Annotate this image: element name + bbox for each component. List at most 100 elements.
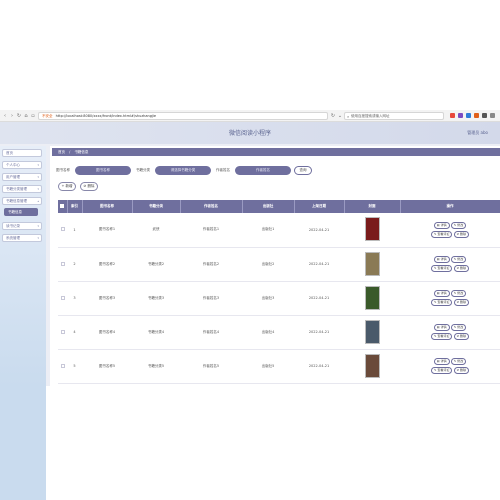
back-icon[interactable]: ‹: [2, 113, 8, 119]
view-comments-button[interactable]: ✎ 查看评论: [430, 265, 453, 272]
table-row[interactable]: 3 图书名称3 书籍分类3 作者姓名3 出版社3 2022-04-21 ▤ 详情 ✎ 修改 ✎…: [58, 281, 500, 316]
detail-button[interactable]: ▤ 详情: [433, 221, 450, 229]
table-row[interactable]: 1 图书名称1 武侠 作者姓名1 出版社1 2022-04-21 ▤ 详情 ✎ 修改 ✎ 查看…: [58, 213, 500, 248]
row-select-cell: [58, 349, 67, 384]
extension-icon[interactable]: [466, 113, 471, 118]
author-filter-input[interactable]: 作者姓名: [235, 166, 291, 175]
user-name[interactable]: 管理员 abo: [467, 130, 488, 136]
sidebar-item-label: 用户管理: [6, 175, 20, 179]
breadcrumb-current: 书籍信息: [74, 150, 89, 154]
row-checkbox[interactable]: [60, 227, 65, 232]
view-comments-button[interactable]: ✎ 查看评论: [430, 367, 453, 374]
edit-button[interactable]: ✎ 修改: [450, 290, 467, 297]
forward-icon[interactable]: ›: [9, 113, 15, 119]
cell-ops: ▤ 详情 ✎ 修改 ✎ 查看评论 ⊘ 删除: [400, 281, 500, 316]
view-comments-button[interactable]: ✎ 查看评论: [430, 333, 453, 340]
url-bar[interactable]: 不安全 http://localhost:8080/xxxx/front/ind…: [38, 112, 328, 120]
delete-label: 删除: [460, 368, 467, 372]
column-header: 索引: [67, 200, 83, 213]
delete-button[interactable]: ⊘ 删除: [453, 367, 470, 374]
sidebar-item-home[interactable]: 首页: [2, 149, 42, 157]
dropdown-icon[interactable]: ⌄: [337, 113, 343, 119]
query-button[interactable]: 查询: [294, 166, 312, 175]
chevron-up-icon: ▴: [37, 199, 39, 203]
batch-delete-button[interactable]: ⊘ 删除: [80, 182, 98, 191]
view-comments-button[interactable]: ✎ 查看评论: [430, 230, 453, 238]
column-header[interactable]: 出版社: [242, 200, 295, 213]
detail-label: 详情: [440, 325, 447, 329]
edit-label: 修改: [457, 291, 464, 295]
cell-ops: ▤ 详情 ✎ 修改 ✎ 查看评论 ⊘ 删除: [400, 349, 500, 384]
search-icon: ⌕: [347, 114, 350, 119]
select-all-header: [58, 200, 68, 213]
sidebar-item-users[interactable]: 用户管理 ▾: [2, 173, 42, 181]
breadcrumb-separator: /: [69, 150, 71, 154]
extension-icon[interactable]: [450, 113, 455, 118]
sidebar-item-system[interactable]: 系统管理 ▾: [2, 234, 42, 242]
edit-label: 修改: [457, 359, 464, 363]
sidebar-item-profile[interactable]: 个人中心 ▾: [2, 161, 42, 169]
browser-search-bar[interactable]: ⌕ 使用百度搜索或输入网址: [344, 112, 444, 120]
home-icon[interactable]: ⌂: [23, 113, 29, 119]
more-icon[interactable]: [490, 113, 495, 118]
extension-icon[interactable]: [458, 113, 463, 118]
sidebar-item-label: 首页: [6, 151, 13, 155]
breadcrumb-home[interactable]: 首页: [58, 150, 65, 154]
edit-button[interactable]: ✎ 修改: [450, 358, 467, 365]
table-row[interactable]: 4 图书名称4 书籍分类4 作者姓名4 出版社4 2022-04-21 ▤ 详情 ✎ 修改 ✎…: [58, 315, 500, 350]
sidebar-item-book-info-management[interactable]: 书籍信息管理 ▴: [2, 197, 42, 205]
cell-index: 4: [67, 315, 82, 350]
top-blank-area: [0, 0, 500, 110]
delete-button[interactable]: ⊘ 删除: [453, 299, 470, 306]
row-checkbox[interactable]: [60, 329, 65, 334]
sidebar-item-label: 系统管理: [6, 236, 20, 240]
cell-category: 武侠: [132, 213, 180, 248]
cell-cover: [344, 315, 400, 350]
column-header[interactable]: 书籍分类: [132, 200, 181, 213]
table-row[interactable]: 2 图书名称2 书籍分类2 作者姓名2 出版社2 2022-04-21 ▤ 详情 ✎ 修改 ✎…: [58, 247, 500, 282]
tab-icon[interactable]: ▫: [30, 113, 36, 119]
name-filter-input[interactable]: 图书名称: [75, 166, 131, 175]
delete-label: 删除: [460, 231, 467, 236]
add-button[interactable]: + 新增: [58, 182, 76, 191]
cell-date: 2022-04-21: [294, 281, 344, 316]
column-header[interactable]: 上架日期: [294, 200, 345, 213]
refresh-icon[interactable]: ↻: [330, 113, 336, 119]
detail-button[interactable]: ▤ 详情: [433, 358, 450, 365]
chevron-down-icon: ▾: [37, 236, 39, 240]
edit-button[interactable]: ✎ 修改: [450, 324, 467, 331]
author-filter-label: 作者姓名: [216, 168, 230, 172]
app-header: 微信阅读小程序 管理员 abo: [0, 122, 500, 144]
edit-button[interactable]: ✎ 修改: [450, 221, 467, 229]
row-checkbox[interactable]: [60, 261, 65, 266]
detail-button[interactable]: ▤ 详情: [433, 256, 450, 263]
delete-button[interactable]: ⊘ 删除: [453, 265, 470, 272]
reload-icon[interactable]: ↻: [16, 113, 22, 119]
detail-button[interactable]: ▤ 详情: [433, 324, 450, 331]
select-all-checkbox[interactable]: [60, 204, 65, 208]
row-select-cell: [58, 281, 67, 316]
row-checkbox[interactable]: [60, 363, 65, 368]
chevron-down-icon: ▾: [37, 187, 39, 191]
detail-button[interactable]: ▤ 详情: [433, 290, 450, 297]
edit-button[interactable]: ✎ 修改: [450, 256, 467, 263]
menu-icon[interactable]: [482, 113, 487, 118]
extension-icon[interactable]: [474, 113, 479, 118]
book-cover-image: [364, 285, 380, 310]
url-text: http://localhost:8080/xxxx/front/index.h…: [55, 114, 157, 118]
view-comments-button[interactable]: ✎ 查看评论: [430, 299, 453, 306]
cell-date: 2022-04-21: [294, 247, 344, 282]
sidebar-item-book-categories[interactable]: 书籍分类管理 ▾: [2, 185, 42, 193]
sidebar-subitem-book-info[interactable]: 书籍信息: [4, 208, 38, 216]
category-filter-select[interactable]: 请选择书籍分类: [155, 166, 211, 175]
cell-cover: [344, 213, 400, 248]
column-header[interactable]: 图书名称: [82, 200, 133, 213]
column-header[interactable]: 作者姓名: [180, 200, 243, 213]
cell-author: 作者姓名4: [180, 315, 242, 350]
sidebar-item-reading-records[interactable]: 读书记录 ▾: [2, 222, 42, 230]
delete-button[interactable]: ⊘ 删除: [453, 230, 470, 238]
delete-icon: ⊘: [83, 184, 87, 188]
table-row[interactable]: 5 图书名称5 书籍分类5 作者姓名5 出版社5 2022-04-21 ▤ 详情 ✎ 修改 ✎…: [58, 349, 500, 384]
delete-button[interactable]: ⊘ 删除: [453, 333, 470, 340]
row-checkbox[interactable]: [60, 295, 65, 300]
